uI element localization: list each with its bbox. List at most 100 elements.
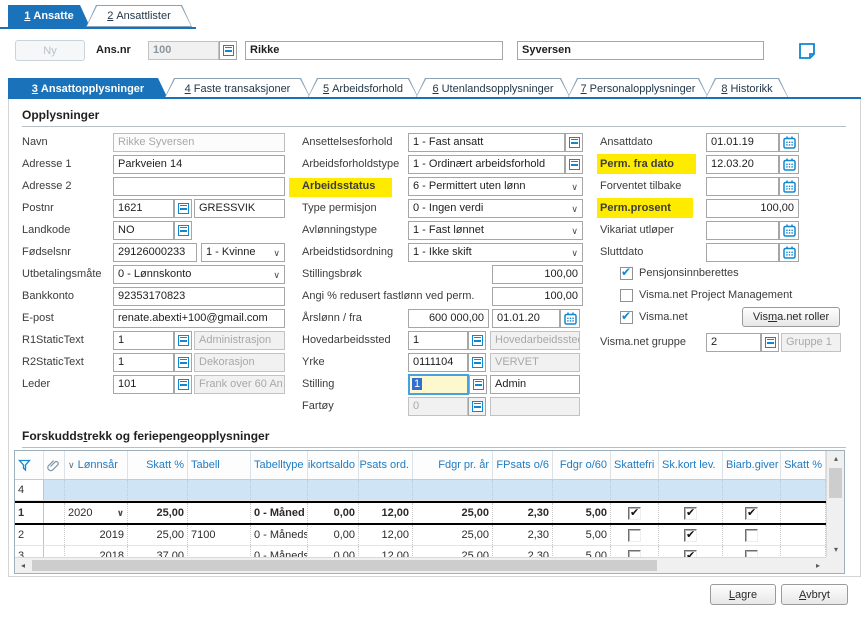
table-row[interactable]: 2201925,0071000 - Månedsl0,0012,0025,002… bbox=[15, 525, 828, 546]
biarb-cell-checkbox[interactable] bbox=[745, 507, 758, 520]
grid-cell-fdgr_o60[interactable]: 5,00 bbox=[553, 503, 611, 523]
bankkonto-field[interactable]: 92353170823 bbox=[113, 287, 285, 306]
arbeidsstatus-select[interactable]: 6 - Permittert uten lønn∨ bbox=[408, 177, 583, 196]
stilling-field-focused[interactable]: 1 bbox=[408, 374, 469, 395]
grid-horizontal-scrollbar[interactable]: ◂ ▸ bbox=[15, 557, 826, 573]
arslonn-fra-dato-field[interactable]: 01.01.20 bbox=[492, 309, 560, 328]
stilling-lookup-button[interactable] bbox=[469, 375, 487, 394]
note-button[interactable] bbox=[797, 41, 817, 61]
grid-cell-tabelltype[interactable]: 0 - Månedsl bbox=[251, 525, 308, 545]
utbetalingsmate-select[interactable]: 0 - Lønnskonto∨ bbox=[113, 265, 285, 284]
first-name-field[interactable]: Rikke bbox=[245, 41, 503, 60]
skattefri-cell-checkbox[interactable] bbox=[628, 529, 641, 542]
forventet-tilbake-field[interactable] bbox=[706, 177, 779, 196]
ansettelsesforhold-lookup-button[interactable] bbox=[565, 133, 583, 152]
tab-historikk[interactable]: 8Historikk bbox=[705, 78, 789, 99]
skkort-cell-checkbox[interactable] bbox=[684, 529, 697, 542]
grid-column-header-biarb[interactable]: Biarb.giver bbox=[723, 451, 781, 479]
vertical-scroll-thumb[interactable] bbox=[829, 468, 842, 498]
grid-column-header-fdgr_o60[interactable]: Fdgr o/60 bbox=[553, 451, 611, 479]
tab-utenlandsopplysninger[interactable]: 6Utenlandsopplysninger bbox=[415, 78, 571, 99]
grid-cell-skkort[interactable] bbox=[659, 480, 723, 500]
kjonn-select[interactable]: 1 - Kvinne∨ bbox=[201, 243, 285, 262]
grid-column-header-frikort[interactable]: Frikortsaldo bbox=[308, 451, 359, 479]
vikariat-utloper-calendar-button[interactable] bbox=[779, 221, 799, 240]
grid-cell-fpsats_ord[interactable]: 12,00 bbox=[359, 525, 413, 545]
grid-column-header-skattefri[interactable]: Skattefri bbox=[611, 451, 659, 479]
grid-cell-fpsats_o6[interactable]: 2,30 bbox=[493, 503, 553, 523]
grid-cell-tabelltype[interactable]: 0 - Måned bbox=[251, 503, 308, 523]
stilling-text-field[interactable]: Admin bbox=[490, 375, 580, 394]
grid-cell-tabell[interactable]: 7100 bbox=[188, 525, 251, 545]
grid-cell-tabelltype[interactable] bbox=[251, 480, 308, 500]
grid-cell-biarb[interactable] bbox=[723, 525, 781, 545]
sluttdato-field[interactable] bbox=[706, 243, 779, 262]
last-name-field[interactable]: Syversen bbox=[517, 41, 764, 60]
arbeidsforholdstype-lookup-button[interactable] bbox=[565, 155, 583, 174]
grid-column-header-lonnsar[interactable]: ∨Lønnsår bbox=[65, 451, 128, 479]
grid-filter-header[interactable] bbox=[15, 451, 44, 479]
leder-lookup-button[interactable] bbox=[174, 375, 192, 394]
poststed-field[interactable]: GRESSVIK bbox=[194, 199, 285, 218]
grid-cell-fpsats_ord[interactable]: 12,00 bbox=[359, 503, 413, 523]
grid-cell-skattefri[interactable] bbox=[611, 525, 659, 545]
r1-lookup-button[interactable] bbox=[174, 331, 192, 350]
grid-cell-fdgr_pr_ar[interactable]: 25,00 bbox=[413, 525, 493, 545]
hovedarbeidssted-lookup-button[interactable] bbox=[468, 331, 486, 350]
table-row[interactable]: 12020∨25,000 - Måned0,0012,0025,002,305,… bbox=[15, 501, 828, 525]
perm-fra-dato-field[interactable]: 12.03.20 bbox=[706, 155, 779, 174]
grid-cell-lonnsar[interactable] bbox=[65, 480, 128, 500]
pensjonsinnberettes-checkbox[interactable] bbox=[620, 267, 633, 280]
grid-column-header-skatt[interactable]: Skatt % bbox=[128, 451, 188, 479]
ansattdato-field[interactable]: 01.01.19 bbox=[706, 133, 779, 152]
grid-vertical-scrollbar[interactable]: ▴ ▾ bbox=[826, 451, 844, 559]
ansattdato-calendar-button[interactable] bbox=[779, 133, 799, 152]
arslonn-calendar-button[interactable] bbox=[560, 309, 580, 328]
grid-cell-lonnsar[interactable]: 2019 bbox=[65, 525, 128, 545]
grid-cell-frikort[interactable]: 0,00 bbox=[308, 503, 359, 523]
grid-cell-fdgr_pr_ar[interactable] bbox=[413, 480, 493, 500]
cancel-button[interactable]: Avbryt bbox=[781, 584, 848, 605]
grid-cell-rownum[interactable]: 2 bbox=[15, 525, 44, 545]
fodselsnr-field[interactable]: 29126000233 bbox=[113, 243, 197, 262]
hovedarbeidssted-field[interactable]: 1 bbox=[408, 331, 468, 350]
grid-cell-skatt2[interactable] bbox=[781, 480, 826, 500]
tab-ansatte[interactable]: 1Ansatte bbox=[8, 5, 90, 27]
grid-cell-fdgr_pr_ar[interactable]: 25,00 bbox=[413, 503, 493, 523]
postnr-field[interactable]: 1621 bbox=[113, 199, 174, 218]
landkode-lookup-button[interactable] bbox=[174, 221, 192, 240]
grid-cell-skattefri[interactable] bbox=[611, 480, 659, 500]
avlonningstype-select[interactable]: 1 - Fast lønnet∨ bbox=[408, 221, 583, 240]
tab-faste-transaksjoner[interactable]: 4Faste transaksjoner bbox=[164, 78, 311, 99]
grid-column-header-skkort[interactable]: Sk.kort lev. bbox=[659, 451, 723, 479]
grid-cell-biarb[interactable] bbox=[723, 480, 781, 500]
grid-cell-tabell[interactable] bbox=[188, 480, 251, 500]
grid-column-header-fpsats_ord[interactable]: FPsats ord. bbox=[359, 451, 413, 479]
new-employee-button[interactable]: Ny bbox=[15, 40, 85, 61]
grid-cell-fdgr_o60[interactable]: 5,00 bbox=[553, 525, 611, 545]
perm-fra-dato-calendar-button[interactable] bbox=[779, 155, 799, 174]
grid-cell-skatt[interactable]: 25,00 bbox=[128, 525, 188, 545]
scroll-up-icon[interactable]: ▴ bbox=[827, 451, 845, 467]
grid-cell-fpsats_o6[interactable] bbox=[493, 480, 553, 500]
skkort-cell-checkbox[interactable] bbox=[684, 507, 697, 520]
grid-cell-skkort[interactable] bbox=[659, 503, 723, 523]
visma-net-checkbox[interactable] bbox=[620, 311, 633, 324]
grid-cell-skatt2[interactable] bbox=[781, 503, 826, 523]
tab-personalopplysninger[interactable]: 7Personalopplysninger bbox=[567, 78, 709, 99]
adresse2-field[interactable] bbox=[113, 177, 285, 196]
arbeidstidsordning-select[interactable]: 1 - Ikke skift∨ bbox=[408, 243, 583, 262]
grid-cell-clip[interactable] bbox=[44, 525, 65, 545]
grid-cell-fpsats_ord[interactable] bbox=[359, 480, 413, 500]
tab-arbeidsforhold[interactable]: 5Arbeidsforhold bbox=[307, 78, 419, 99]
grid-cell-frikort[interactable]: 0,00 bbox=[308, 525, 359, 545]
grid-cell-fdgr_o60[interactable] bbox=[553, 480, 611, 500]
arbeidsforholdstype-field[interactable]: 1 - Ordinært arbeidsforhold bbox=[408, 155, 565, 174]
ansettelsesforhold-field[interactable]: 1 - Fast ansatt bbox=[408, 133, 565, 152]
tab-ansattlister[interactable]: 2Ansattlister bbox=[86, 5, 192, 27]
grid-cell-fpsats_o6[interactable]: 2,30 bbox=[493, 525, 553, 545]
grid-cell-tabell[interactable] bbox=[188, 503, 251, 523]
biarb-cell-checkbox[interactable] bbox=[745, 529, 758, 542]
grid-cell-clip[interactable] bbox=[44, 480, 65, 500]
grid-cell-biarb[interactable] bbox=[723, 503, 781, 523]
